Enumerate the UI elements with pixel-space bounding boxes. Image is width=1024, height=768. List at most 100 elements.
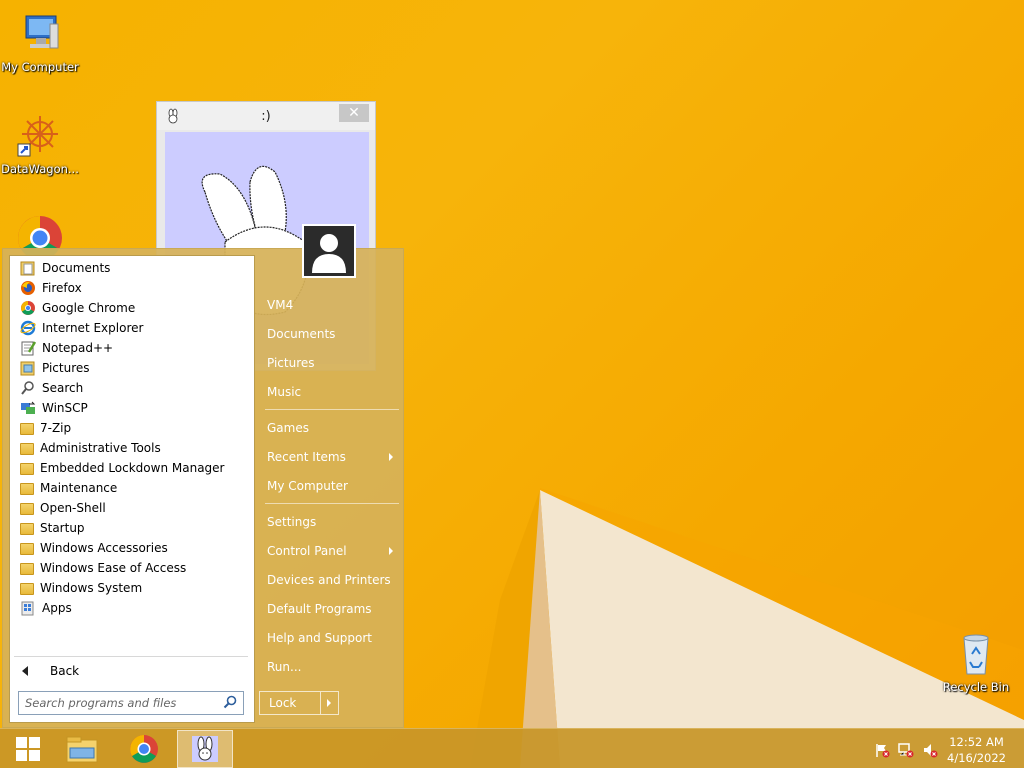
menu-item-label: Music bbox=[267, 385, 302, 399]
program-item-pictures[interactable]: Pictures bbox=[20, 358, 250, 378]
submenu-arrow-icon bbox=[389, 547, 393, 555]
program-label: Internet Explorer bbox=[42, 321, 144, 335]
program-item-maintenance[interactable]: Maintenance bbox=[20, 478, 250, 498]
program-item-firefox[interactable]: Firefox bbox=[20, 278, 250, 298]
program-label: Pictures bbox=[42, 361, 90, 375]
file-explorer-icon bbox=[66, 736, 98, 763]
program-item-windows-system[interactable]: Windows System bbox=[20, 578, 250, 598]
programs-panel: Documents Firefox Google Chrome Internet… bbox=[9, 255, 255, 723]
divider bbox=[265, 409, 399, 410]
close-button[interactable]: ✕ bbox=[339, 104, 369, 122]
menu-item-label: VM4 bbox=[267, 298, 294, 312]
menu-item-games[interactable]: Games bbox=[267, 417, 399, 439]
menu-item-help-and-support[interactable]: Help and Support bbox=[267, 627, 399, 649]
menu-item-documents[interactable]: Documents bbox=[267, 323, 399, 345]
menu-item-label: Documents bbox=[267, 327, 336, 341]
title-bar[interactable]: :) ✕ bbox=[157, 102, 375, 130]
menu-item-settings[interactable]: Settings bbox=[267, 511, 399, 533]
search-input[interactable] bbox=[25, 696, 215, 710]
chrome-icon bbox=[130, 735, 158, 763]
menu-item-music[interactable]: Music bbox=[267, 381, 399, 403]
folder-icon bbox=[20, 443, 34, 455]
program-item-apps[interactable]: Apps bbox=[20, 598, 250, 618]
menu-item-recent-items[interactable]: Recent Items bbox=[267, 446, 399, 468]
program-label: Windows System bbox=[40, 581, 143, 595]
desktop-icon-my-computer[interactable]: My Computer bbox=[0, 10, 80, 74]
taskbar-clock[interactable]: 12:52 AM 4/16/2022 bbox=[947, 734, 1006, 766]
program-item-google-chrome[interactable]: Google Chrome bbox=[20, 298, 250, 318]
program-item-administrative-tools[interactable]: Administrative Tools bbox=[20, 438, 250, 458]
submenu-arrow-icon bbox=[389, 453, 393, 461]
search-icon[interactable] bbox=[223, 695, 237, 712]
program-label: Notepad++ bbox=[42, 341, 114, 355]
taskbar-chrome[interactable] bbox=[116, 730, 172, 768]
desktop-icon-label: DataWagon... bbox=[1, 162, 79, 176]
program-label: Maintenance bbox=[40, 481, 118, 495]
menu-item-default-programs[interactable]: Default Programs bbox=[267, 598, 399, 620]
menu-item-my-computer[interactable]: My Computer bbox=[267, 475, 399, 497]
menu-item-devices-and-printers[interactable]: Devices and Printers bbox=[267, 569, 399, 591]
notepadpp-icon bbox=[20, 340, 37, 356]
program-item-windows-ease-of-access[interactable]: Windows Ease of Access bbox=[20, 558, 250, 578]
program-label: Administrative Tools bbox=[40, 441, 161, 455]
program-item-internet-explorer[interactable]: Internet Explorer bbox=[20, 318, 250, 338]
start-button[interactable] bbox=[0, 730, 56, 768]
program-item-embedded-lockdown-manager[interactable]: Embedded Lockdown Manager bbox=[20, 458, 250, 478]
program-item-notepadpp[interactable]: Notepad++ bbox=[20, 338, 250, 358]
taskbar: 12:52 AM 4/16/2022 bbox=[0, 728, 1024, 768]
lock-button[interactable]: Lock bbox=[259, 691, 339, 715]
program-label: Open-Shell bbox=[40, 501, 106, 515]
folder-icon bbox=[20, 543, 34, 555]
desktop-icon-recycle-bin[interactable]: Recycle Bin bbox=[936, 630, 1016, 694]
program-item-startup[interactable]: Startup bbox=[20, 518, 250, 538]
datawagon-icon bbox=[16, 112, 64, 160]
firefox-icon bbox=[20, 280, 36, 296]
windows-logo-icon bbox=[16, 737, 40, 761]
pictures-folder-icon bbox=[20, 360, 36, 376]
desktop-icon-label: Recycle Bin bbox=[942, 680, 1010, 694]
taskbar-bunny-app[interactable] bbox=[177, 730, 233, 768]
program-label: 7-Zip bbox=[40, 421, 72, 435]
chrome-icon bbox=[20, 300, 36, 316]
lock-options-arrow-icon[interactable] bbox=[320, 692, 338, 714]
program-label: Search bbox=[42, 381, 84, 395]
program-label: Embedded Lockdown Manager bbox=[40, 461, 225, 475]
menu-item-vm4[interactable]: VM4 bbox=[267, 294, 399, 316]
menu-item-label: My Computer bbox=[267, 479, 348, 493]
user-avatar[interactable] bbox=[302, 224, 356, 278]
clock-time: 12:52 AM bbox=[949, 735, 1004, 749]
program-label: WinSCP bbox=[42, 401, 88, 415]
volume-muted-icon[interactable] bbox=[922, 742, 938, 758]
folder-icon bbox=[20, 503, 34, 515]
network-icon[interactable] bbox=[898, 742, 914, 758]
lock-label: Lock bbox=[269, 696, 297, 710]
program-label: Windows Accessories bbox=[40, 541, 168, 555]
taskbar-file-explorer[interactable] bbox=[54, 730, 110, 768]
program-item-windows-accessories[interactable]: Windows Accessories bbox=[20, 538, 250, 558]
program-item-open-shell[interactable]: Open-Shell bbox=[20, 498, 250, 518]
folder-icon bbox=[20, 523, 34, 535]
menu-item-run[interactable]: Run... bbox=[267, 656, 399, 678]
program-label: Windows Ease of Access bbox=[40, 561, 187, 575]
action-center-flag-icon[interactable] bbox=[874, 742, 890, 758]
program-label: Documents bbox=[42, 261, 111, 275]
search-icon bbox=[20, 380, 36, 396]
desktop-icon-datawagon[interactable]: DataWagon... bbox=[0, 112, 80, 176]
clock-date: 4/16/2022 bbox=[947, 751, 1006, 765]
menu-item-control-panel[interactable]: Control Panel bbox=[267, 540, 399, 562]
folder-icon bbox=[20, 463, 34, 475]
start-menu: Documents Firefox Google Chrome Internet… bbox=[2, 224, 404, 728]
menu-item-label: Control Panel bbox=[267, 544, 347, 558]
menu-item-label: Games bbox=[267, 421, 309, 435]
program-item-search[interactable]: Search bbox=[20, 378, 250, 398]
back-arrow-icon bbox=[22, 666, 28, 676]
documents-folder-icon bbox=[20, 260, 36, 276]
program-item-documents[interactable]: Documents bbox=[20, 258, 250, 278]
search-box[interactable] bbox=[18, 691, 244, 715]
back-button[interactable]: Back bbox=[20, 661, 250, 681]
program-item-7zip[interactable]: 7-Zip bbox=[20, 418, 250, 438]
menu-item-pictures[interactable]: Pictures bbox=[267, 352, 399, 374]
program-label: Google Chrome bbox=[42, 301, 136, 315]
divider bbox=[265, 503, 399, 504]
program-item-winscp[interactable]: WinSCP bbox=[20, 398, 250, 418]
